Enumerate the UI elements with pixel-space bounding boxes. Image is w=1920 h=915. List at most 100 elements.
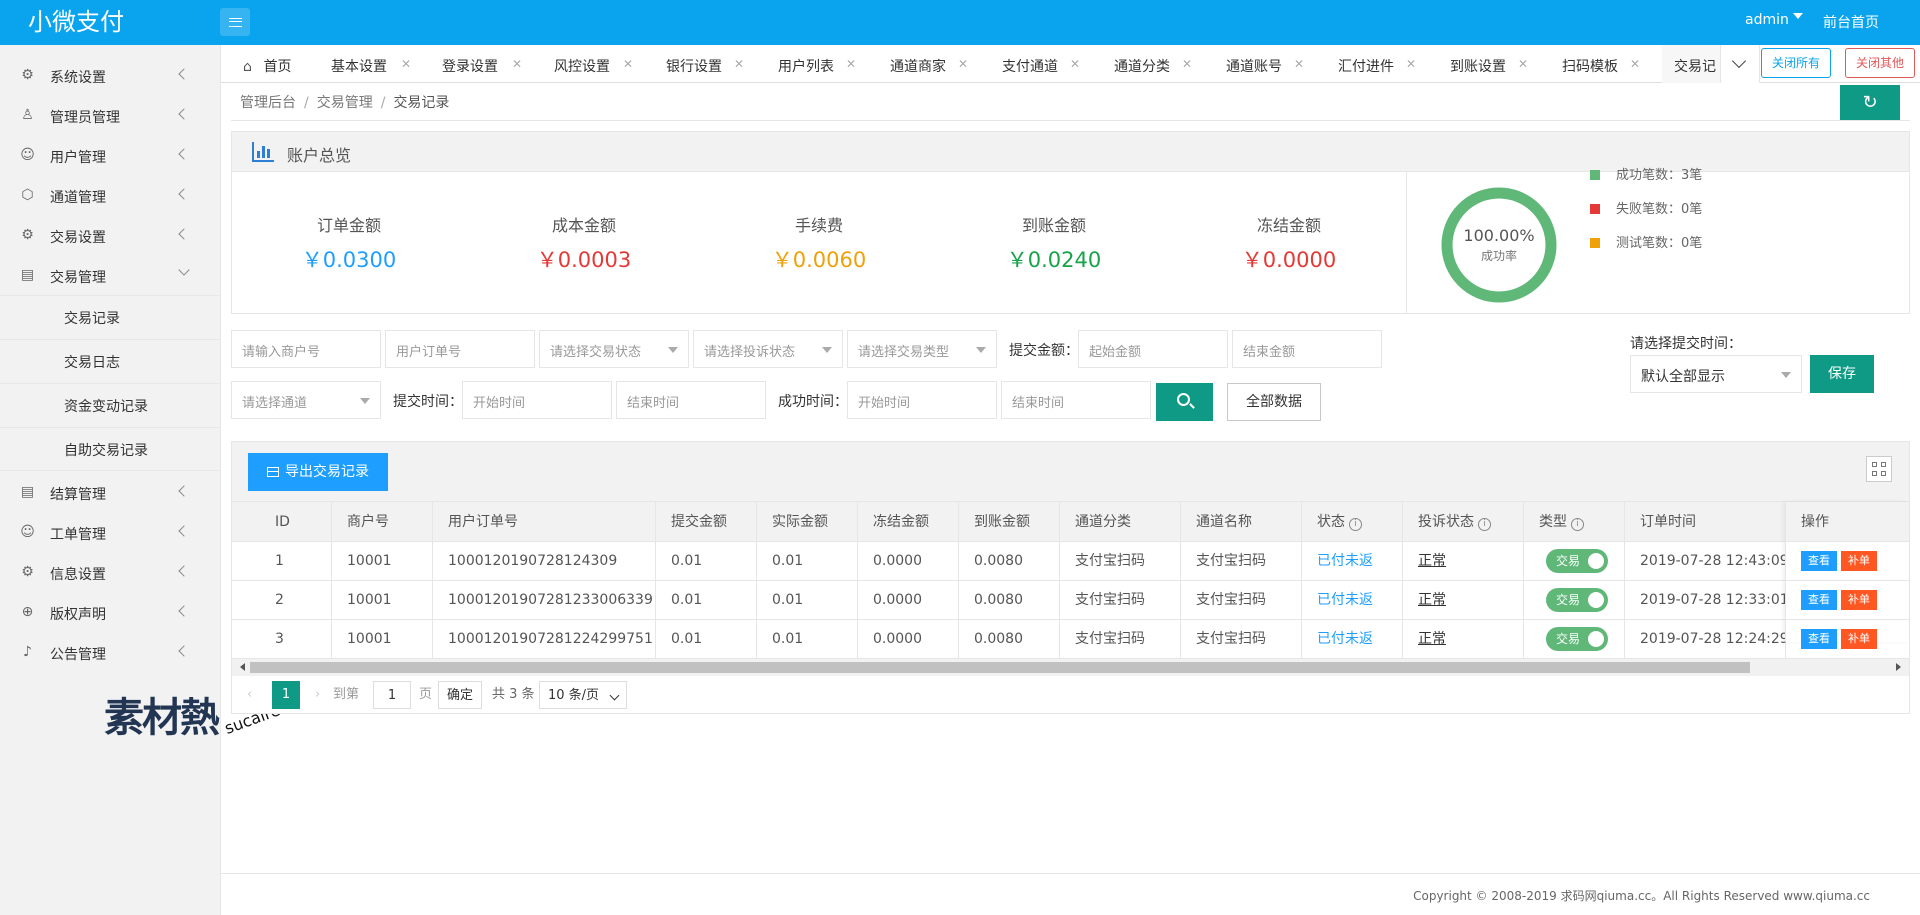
tab-huifu-onboarding[interactable]: 汇付进件 bbox=[1338, 45, 1394, 83]
column-header-frozen-amount[interactable]: 冻结金额 bbox=[858, 502, 959, 542]
status-link[interactable]: 已付未返 bbox=[1317, 631, 1373, 647]
horizontal-scrollbar[interactable] bbox=[232, 659, 1909, 676]
scroll-left-icon[interactable] bbox=[236, 663, 245, 671]
tab-user-list[interactable]: 用户列表 bbox=[778, 45, 834, 83]
tab-basic-settings[interactable]: 基本设置 bbox=[331, 45, 387, 83]
fix-order-button[interactable]: 补单 bbox=[1841, 551, 1877, 571]
sidebar-item-announcements[interactable]: ♪ 公告管理 bbox=[0, 632, 220, 672]
table-row[interactable]: 3 10001 1000120190728122429975​1 0.01 0.01 0.… bbox=[232, 620, 1909, 659]
view-button[interactable]: 查看 bbox=[1801, 629, 1837, 649]
prev-page-icon[interactable]: ‹ bbox=[247, 681, 252, 709]
sidebar-item-user-management[interactable]: ☺ 用户管理 bbox=[0, 135, 220, 175]
close-other-tabs-button[interactable]: 关闭其他 bbox=[1845, 48, 1915, 78]
tab-channel-accounts[interactable]: 通道账号 bbox=[1226, 45, 1282, 83]
amount-end-input[interactable]: 结束金额 bbox=[1232, 330, 1382, 368]
column-header-order[interactable]: 用户订单号 bbox=[433, 502, 656, 542]
order-number-input[interactable]: 用户订单号 bbox=[385, 330, 535, 368]
submit-end-time-input[interactable]: 结束时间 bbox=[616, 381, 766, 419]
tab-channel-merchants[interactable]: 通道商家 bbox=[890, 45, 946, 83]
submit-start-time-input[interactable]: 开始时间 bbox=[462, 381, 612, 419]
sidebar-item-channel-management[interactable]: ⬡ 通道管理 bbox=[0, 175, 220, 215]
status-link[interactable]: 已付未返 bbox=[1317, 553, 1373, 569]
close-icon[interactable]: ✕ bbox=[1182, 57, 1192, 71]
close-icon[interactable]: ✕ bbox=[401, 57, 411, 71]
column-header-credited-amount[interactable]: 到账金额 bbox=[959, 502, 1060, 542]
close-icon[interactable]: ✕ bbox=[846, 57, 856, 71]
sidebar-item-trade-settings[interactable]: ⚙ 交易设置 bbox=[0, 215, 220, 255]
user-menu[interactable]: admin bbox=[1745, 12, 1803, 28]
info-icon[interactable]: i bbox=[1349, 518, 1362, 531]
trade-status-select[interactable]: 请选择交易状态 bbox=[539, 330, 689, 368]
info-icon[interactable]: i bbox=[1478, 518, 1491, 531]
column-toggle-button[interactable] bbox=[1866, 456, 1892, 482]
tab-home[interactable]: ⌂ 首页 bbox=[243, 45, 291, 83]
sidebar-item-info-settings[interactable]: ⚙ 信息设置 bbox=[0, 552, 220, 592]
close-icon[interactable]: ✕ bbox=[1294, 57, 1304, 71]
column-header-channel[interactable]: 通道名称 bbox=[1181, 502, 1302, 542]
page-confirm-button[interactable]: 确定 bbox=[438, 681, 482, 709]
close-icon[interactable]: ✕ bbox=[1630, 57, 1640, 71]
type-toggle[interactable]: 交易 bbox=[1546, 588, 1608, 612]
tab-bank-settings[interactable]: 银行设置 bbox=[666, 45, 722, 83]
next-page-icon[interactable]: › bbox=[315, 681, 320, 709]
time-filter-select[interactable]: 默认全部显示 bbox=[1630, 355, 1802, 393]
front-home-link[interactable]: 前台首页 bbox=[1823, 12, 1879, 32]
close-icon[interactable]: ✕ bbox=[958, 57, 968, 71]
complaint-status-select[interactable]: 请选择投诉状态 bbox=[693, 330, 843, 368]
tab-risk-settings[interactable]: 风控设置 bbox=[554, 45, 610, 83]
close-icon[interactable]: ✕ bbox=[1406, 57, 1416, 71]
close-icon[interactable]: ✕ bbox=[512, 57, 522, 71]
column-header-complaint[interactable]: 投诉状态 i bbox=[1403, 502, 1524, 542]
trade-type-select[interactable]: 请选择交易类型 bbox=[847, 330, 997, 368]
column-header-type[interactable]: 类型 i bbox=[1524, 502, 1625, 542]
tab-scan-templates[interactable]: 扫码模板 bbox=[1562, 45, 1618, 83]
sidebar-subitem-trade-records[interactable]: 交易记录 bbox=[0, 295, 220, 339]
type-toggle[interactable]: 交易 bbox=[1546, 627, 1608, 651]
scrollbar-thumb[interactable] bbox=[250, 662, 1750, 673]
page-current[interactable]: 1 bbox=[272, 681, 300, 709]
breadcrumb-item[interactable]: 管理后台 bbox=[240, 95, 296, 111]
tab-payment-channels[interactable]: 支付通道 bbox=[1002, 45, 1058, 83]
breadcrumb-item[interactable]: 交易管理 bbox=[317, 95, 373, 111]
success-end-time-input[interactable]: 结束时间 bbox=[1001, 381, 1151, 419]
menu-toggle-button[interactable] bbox=[220, 8, 250, 36]
tab-login-settings[interactable]: 登录设置 bbox=[442, 45, 498, 83]
table-row[interactable]: 2 10001 1000120190728123300633​9 0.01 0.01 0.… bbox=[232, 581, 1909, 620]
column-header-merchant[interactable]: 商户号 bbox=[332, 502, 433, 542]
close-icon[interactable]: ✕ bbox=[1518, 57, 1528, 71]
tab-credit-settings[interactable]: 到账设置 bbox=[1450, 45, 1506, 83]
scroll-right-icon[interactable] bbox=[1896, 663, 1905, 671]
amount-start-input[interactable]: 起始金额 bbox=[1078, 330, 1228, 368]
merchant-id-input[interactable]: 请输入商户号 bbox=[231, 330, 381, 368]
type-toggle[interactable]: 交易 bbox=[1546, 549, 1608, 573]
close-icon[interactable]: ✕ bbox=[1070, 57, 1080, 71]
tab-more-button[interactable] bbox=[1720, 45, 1760, 83]
fix-order-button[interactable]: 补单 bbox=[1841, 629, 1877, 649]
complaint-link[interactable]: 正常 bbox=[1418, 553, 1446, 569]
refresh-button[interactable]: ↻ bbox=[1840, 85, 1900, 121]
save-button[interactable]: 保存 bbox=[1810, 355, 1874, 393]
table-row[interactable]: 1 10001 1000120190728124309 0.01 0.01 0.0000 0… bbox=[232, 542, 1909, 581]
column-header-submit-amount[interactable]: 提交金额 bbox=[656, 502, 757, 542]
sidebar-item-copyright[interactable]: ⊕ 版权声明 bbox=[0, 592, 220, 632]
info-icon[interactable]: i bbox=[1571, 518, 1584, 531]
column-header-category[interactable]: 通道分类 bbox=[1060, 502, 1181, 542]
success-start-time-input[interactable]: 开始时间 bbox=[847, 381, 997, 419]
column-header-time[interactable]: 订单时间 bbox=[1625, 502, 1786, 542]
fix-order-button[interactable]: 补单 bbox=[1841, 590, 1877, 610]
sidebar-subitem-fund-changes[interactable]: 资金变动记录 bbox=[0, 383, 220, 427]
complaint-link[interactable]: 正常 bbox=[1418, 592, 1446, 608]
page-input[interactable]: 1 bbox=[373, 681, 411, 709]
sidebar-subitem-trade-log[interactable]: 交易日志 bbox=[0, 339, 220, 383]
sidebar-item-admin-management[interactable]: ♙ 管理员管理 bbox=[0, 95, 220, 135]
close-icon[interactable]: ✕ bbox=[623, 57, 633, 71]
channel-select[interactable]: 请选择通道 bbox=[231, 381, 381, 419]
column-header-id[interactable]: ID bbox=[232, 502, 332, 542]
page-size-select[interactable]: 10 条/页 bbox=[539, 681, 627, 709]
all-data-button[interactable]: 全部数据 bbox=[1227, 383, 1321, 421]
tab-channel-categories[interactable]: 通道分类 bbox=[1114, 45, 1170, 83]
view-button[interactable]: 查看 bbox=[1801, 551, 1837, 571]
column-header-status[interactable]: 状态 i bbox=[1302, 502, 1403, 542]
complaint-link[interactable]: 正常 bbox=[1418, 631, 1446, 647]
sidebar-subitem-self-service-records[interactable]: 自助交易记录 bbox=[0, 427, 220, 471]
